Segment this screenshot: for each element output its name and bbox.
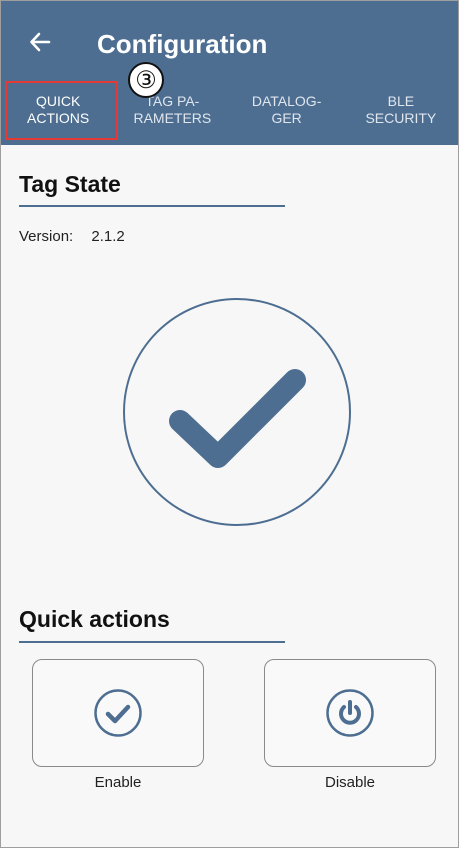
enable-button[interactable]	[32, 659, 204, 767]
step-marker: ③	[128, 62, 164, 98]
tag-state-title: Tag State	[19, 171, 121, 197]
app-bar: Configuration QUICK ACTIONS TAG PA- RAME…	[1, 1, 458, 145]
page-title: Configuration	[97, 29, 268, 59]
check-circle-icon	[123, 298, 351, 526]
tab-datalogger[interactable]: DATALOG- GER	[230, 77, 344, 143]
tab-label: TAG PA- RAMETERS	[133, 93, 212, 126]
quick-actions-title: Quick actions	[19, 606, 170, 632]
tab-label: BLE SECURITY	[365, 93, 437, 126]
tag-state-divider	[19, 205, 285, 207]
app-screen: Configuration QUICK ACTIONS TAG PA- RAME…	[0, 0, 459, 848]
tab-quick-actions[interactable]: QUICK ACTIONS	[1, 77, 115, 143]
power-icon	[326, 689, 374, 737]
tab-ble-security[interactable]: BLE SECURITY	[344, 77, 458, 143]
quick-actions-divider	[19, 641, 285, 643]
disable-button[interactable]	[264, 659, 436, 767]
disable-label: Disable	[324, 774, 376, 791]
check-circle-icon	[94, 689, 142, 737]
back-button[interactable]	[23, 25, 57, 59]
arrow-left-icon	[30, 32, 51, 52]
tab-bar: QUICK ACTIONS TAG PA- RAMETERS DATALOG- …	[1, 77, 458, 143]
tab-label: QUICK ACTIONS	[27, 93, 90, 126]
version-value: 2.1.2	[91, 228, 125, 245]
version-label: Version:	[19, 228, 74, 245]
version-row: Version: 2.1.2	[19, 228, 125, 245]
tab-label: DATALOG- GER	[251, 93, 322, 126]
enable-label: Enable	[94, 774, 142, 791]
